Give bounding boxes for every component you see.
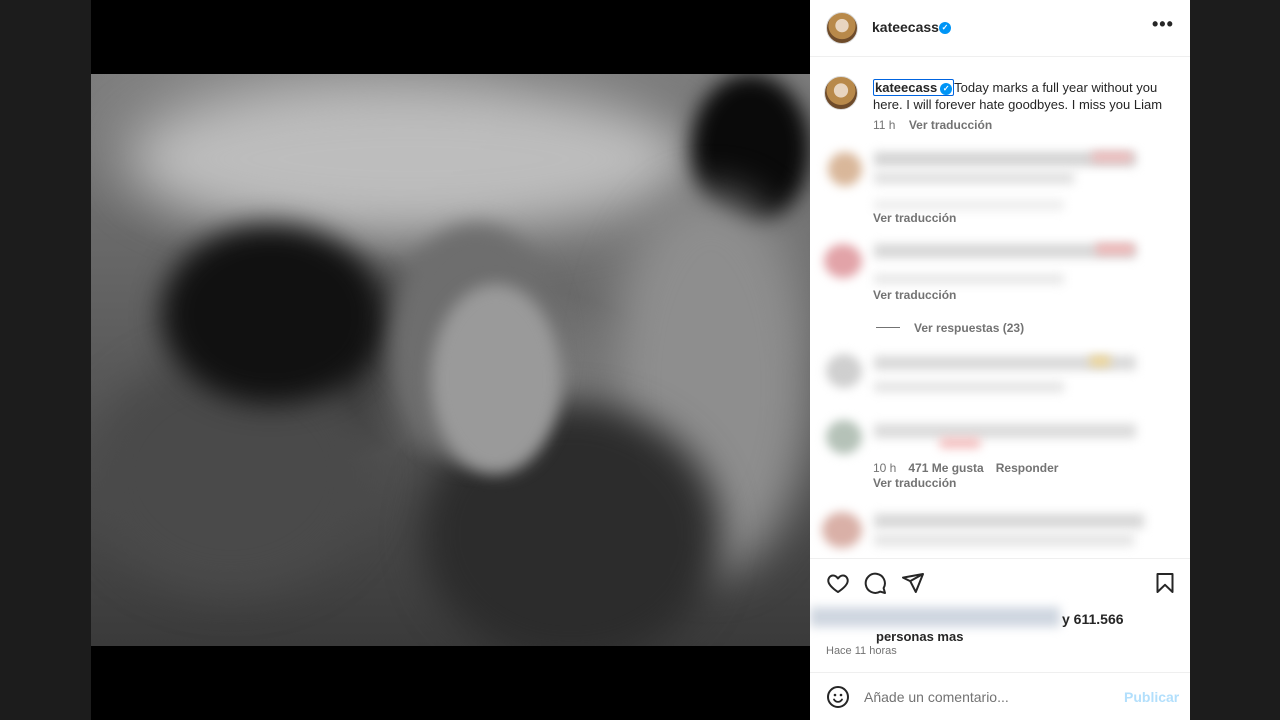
comment-meta: 10 h 471 Me gusta Responder xyxy=(873,461,1070,475)
comment-meta xyxy=(874,382,1064,392)
comment-text xyxy=(874,514,1144,528)
comment-time: 10 h xyxy=(873,461,897,475)
comment-meta xyxy=(874,200,1064,210)
post-actions xyxy=(810,558,1190,609)
caption-username[interactable]: kateecass ✓ xyxy=(873,79,955,96)
view-replies-label: Ver respuestas (23) xyxy=(914,321,1025,335)
liked-by-avatars xyxy=(810,607,1060,627)
caption-time: 11 h xyxy=(873,118,896,132)
likes-summary[interactable]: y 611.566 personas mas xyxy=(810,603,1190,644)
comment-emoji xyxy=(940,438,980,448)
comment-translate-link[interactable]: Ver traducción xyxy=(873,476,956,490)
comment-avatar[interactable] xyxy=(822,512,862,548)
caption-meta: 11 h Ver traducción xyxy=(873,118,992,132)
header-username[interactable]: kateecass xyxy=(872,19,939,35)
comment-avatar[interactable] xyxy=(824,244,862,278)
post-comment-button[interactable]: Publicar xyxy=(1124,689,1179,705)
post-time-ago: Hace 11 horas xyxy=(826,645,897,657)
share-icon[interactable] xyxy=(901,571,925,595)
view-replies-button[interactable]: Ver respuestas (23) xyxy=(876,321,1024,335)
backdrop xyxy=(1190,0,1280,720)
comment-emoji xyxy=(1092,152,1132,162)
comment-composer: Publicar xyxy=(810,672,1190,720)
heart-icon[interactable] xyxy=(826,571,850,595)
comment-emoji xyxy=(1096,244,1134,254)
bookmark-icon[interactable] xyxy=(1153,571,1177,595)
comment-translate-link[interactable]: Ver traducción xyxy=(873,211,956,225)
verified-icon: ✓ xyxy=(940,83,953,95)
comment-emoji xyxy=(1090,356,1110,366)
comment-text-line xyxy=(874,172,1074,184)
likes-count[interactable]: y 611.566 xyxy=(1062,611,1124,627)
comment-text-line xyxy=(874,534,1134,546)
comment-likes[interactable]: 471 Me gusta xyxy=(908,461,983,475)
comment-translate-link[interactable]: Ver traducción xyxy=(873,288,956,302)
post-header: kateecass ✓ ••• xyxy=(810,0,1190,57)
post-photo[interactable] xyxy=(91,74,810,646)
avatar[interactable] xyxy=(826,12,858,44)
comment-avatar[interactable] xyxy=(828,152,862,186)
post-caption: kateecass ✓ Today marks a full year withou… xyxy=(873,79,1178,113)
post-sidebar: kateecass ✓ ••• kateecass ✓ Today marks a … xyxy=(810,0,1190,720)
comment-avatar[interactable] xyxy=(826,420,862,454)
post-media-pane xyxy=(91,0,810,720)
comment-reply-button[interactable]: Responder xyxy=(996,461,1059,475)
caption-avatar[interactable] xyxy=(824,76,858,110)
comment-avatar[interactable] xyxy=(826,354,862,388)
verified-icon: ✓ xyxy=(939,22,951,34)
comment-icon[interactable] xyxy=(863,571,887,595)
replies-divider xyxy=(876,327,900,328)
comment-input[interactable] xyxy=(864,687,1104,707)
more-options-icon[interactable]: ••• xyxy=(1152,14,1174,35)
comment-meta xyxy=(874,274,1064,284)
caption-translate-link[interactable]: Ver traducción xyxy=(909,118,992,132)
likes-others[interactable]: personas mas xyxy=(876,629,963,644)
comment-text xyxy=(874,424,1136,438)
emoji-icon[interactable] xyxy=(826,685,850,709)
